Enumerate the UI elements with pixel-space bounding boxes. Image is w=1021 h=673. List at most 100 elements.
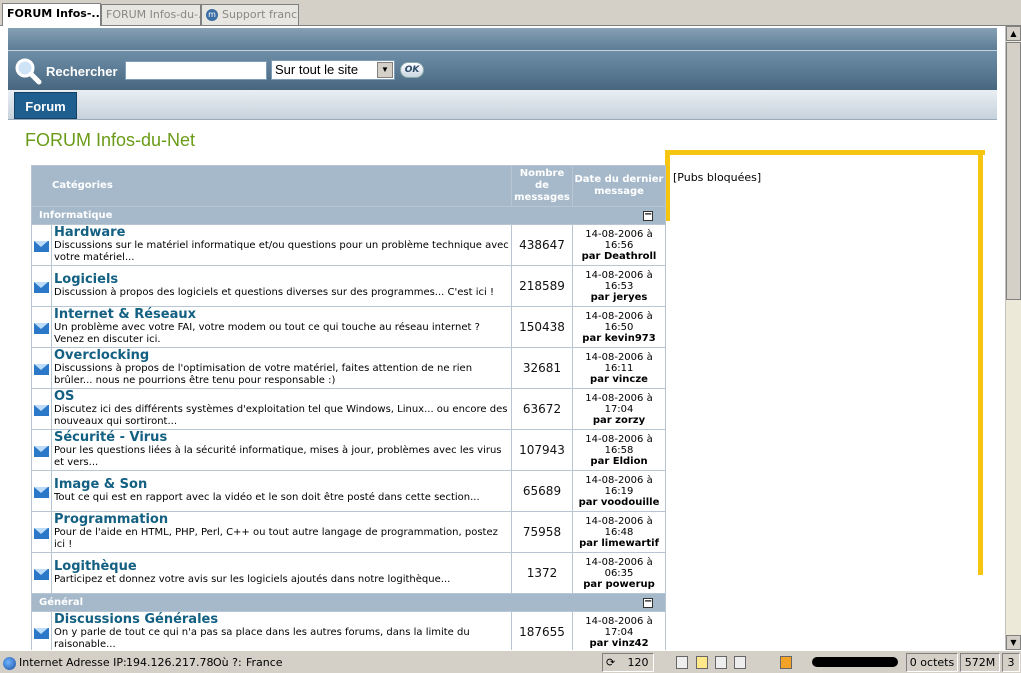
section-row: Général − — [31, 593, 666, 612]
tab-forum-2[interactable]: FORUM Infos-du-... — [101, 4, 201, 25]
location-label: Où ?: — [213, 656, 242, 669]
envelope-icon — [34, 364, 49, 375]
icon-cell — [31, 552, 52, 594]
last-message-author[interactable]: par vinz42 — [573, 638, 665, 649]
forum-description: Pour les questions liées à la sécurité i… — [54, 445, 502, 468]
section-name: Informatique — [39, 210, 113, 221]
last-message-author[interactable]: par voodouille — [573, 497, 665, 508]
icon-cell — [31, 470, 52, 512]
message-count: 63672 — [511, 388, 573, 430]
document-icon[interactable] — [734, 656, 746, 669]
icon-cell — [31, 388, 52, 430]
search-input[interactable] — [125, 61, 267, 80]
icon-cell — [31, 265, 52, 307]
extension-icon[interactable] — [780, 656, 792, 669]
envelope-icon — [34, 569, 49, 580]
col-header-date: Date du dernier message — [572, 165, 666, 207]
forum-description: Un problème avec votre FAI, votre modem … — [54, 322, 480, 345]
last-message-cell: 14-08-2006 à 16:58 par Eldion — [572, 429, 666, 471]
last-message-author[interactable]: par zorzy — [573, 415, 665, 426]
trash-icon[interactable] — [676, 656, 688, 669]
note-icon[interactable] — [715, 656, 727, 669]
last-message-cell: 14-08-2006 à 16:48 par limewartif — [572, 511, 666, 553]
envelope-icon — [34, 628, 49, 639]
forum-title-link[interactable]: Overclocking — [54, 349, 509, 363]
location-value: France — [246, 656, 283, 669]
scroll-down-icon[interactable]: ▼ — [1006, 635, 1021, 650]
col-header-categories: Catégories — [31, 165, 512, 207]
last-message-author[interactable]: par Eldion — [573, 456, 665, 467]
nav-bar: Forum — [8, 90, 997, 120]
folder-icon[interactable] — [696, 656, 708, 669]
forum-title-link[interactable]: Hardware — [54, 226, 509, 240]
collapse-icon[interactable]: − — [643, 210, 653, 221]
last-message-author[interactable]: par vincze — [573, 374, 665, 385]
scroll-up-icon[interactable]: ▲ — [1006, 26, 1021, 41]
forum-title-link[interactable]: OS — [54, 390, 509, 404]
forum-title-link[interactable]: Discussions Générales — [54, 613, 509, 627]
forum-description: Discussion à propos des logiciels et que… — [54, 287, 494, 298]
last-message-cell: 14-08-2006 à 17:04 par zorzy — [572, 388, 666, 430]
forum-cell: Logiciels Discussion à propos des logicie… — [51, 265, 512, 307]
forum-cell: Discussions Générales On y parle de tout … — [51, 611, 512, 650]
table-row: OS Discutez ici des différents systèmes d… — [31, 388, 666, 430]
last-message-author[interactable]: par powerup — [573, 579, 665, 590]
forum-cell: Overclocking Discussions à propos de l'op… — [51, 347, 512, 389]
last-message-date: 14-08-2006 à 16:50 — [585, 310, 653, 333]
forum-title-link[interactable]: Logiciels — [54, 273, 509, 287]
col-header-count: Nombre de messages — [511, 165, 573, 207]
last-message-cell: 14-08-2006 à 16:11 par vincze — [572, 347, 666, 389]
forum-cell: Sécurité - Virus Pour les questions liées… — [51, 429, 512, 471]
forum-description: On y parle de tout ce qui n'a pas sa pla… — [54, 627, 470, 650]
last-message-date: 14-08-2006 à 16:19 — [585, 474, 653, 497]
last-message-cell: 14-08-2006 à 16:56 par Deathroll — [572, 224, 666, 266]
collapse-icon[interactable]: − — [643, 597, 653, 608]
redacted-field — [812, 657, 898, 667]
last-message-author[interactable]: par limewartif — [573, 538, 665, 549]
last-message-author[interactable]: par Deathroll — [573, 251, 665, 262]
icon-cell — [31, 611, 52, 650]
ok-button[interactable]: OK — [400, 62, 424, 78]
message-count: 150438 — [511, 306, 573, 348]
tab-label: FORUM Infos-du-... — [106, 8, 201, 21]
forum-description: Pour de l'aide en HTML, PHP, Perl, C++ o… — [54, 527, 498, 550]
last-message-author[interactable]: par jeryes — [573, 292, 665, 303]
forum-title-link[interactable]: Image & Son — [54, 478, 509, 492]
table-row: Overclocking Discussions à propos de l'op… — [31, 347, 666, 389]
ads-placeholder: [Pubs bloquées] — [673, 171, 762, 184]
forum-description: Tout ce qui est en rapport avec la vidéo… — [54, 492, 480, 503]
memory-panel: 572M — [960, 653, 1000, 672]
counter-icon: ⟳ — [606, 656, 616, 669]
forum-cell: Image & Son Tout ce qui est en rapport av… — [51, 470, 512, 512]
tab-forum-1[interactable]: FORUM Infos-... — [2, 3, 101, 26]
scroll-thumb[interactable] — [1006, 42, 1021, 300]
last-message-cell: 14-08-2006 à 06:35 par powerup — [572, 552, 666, 594]
chevron-down-icon[interactable]: ▼ — [377, 62, 393, 78]
tab-support[interactable]: m Support franc... — [201, 4, 299, 25]
last-message-date: 14-08-2006 à 06:35 — [585, 556, 653, 579]
envelope-icon — [34, 528, 49, 539]
envelope-icon — [34, 487, 49, 498]
last-message-date: 14-08-2006 à 16:11 — [585, 351, 653, 374]
forum-title-link[interactable]: Logithèque — [54, 560, 509, 574]
forum-title-link[interactable]: Programmation — [54, 513, 509, 527]
last-message-author[interactable]: par kevin973 — [573, 333, 665, 344]
page-title: FORUM Infos-du-Net — [25, 130, 196, 150]
forum-cell: OS Discutez ici des différents systèmes d… — [51, 388, 512, 430]
nav-forum-button[interactable]: Forum — [14, 92, 77, 119]
search-scope-select[interactable]: Sur tout le site ▼ — [271, 60, 395, 80]
forum-description: Participez et donnez votre avis sur les … — [54, 574, 451, 585]
tab-bar: FORUM Infos-... FORUM Infos-du-... m Supp… — [0, 0, 1021, 26]
forum-table: Catégories Nombre de messages Date du de… — [31, 165, 666, 650]
table-row: Image & Son Tout ce qui est en rapport av… — [31, 470, 666, 512]
forum-title-link[interactable]: Internet & Réseaux — [54, 308, 509, 322]
forum-title-link[interactable]: Sécurité - Virus — [54, 431, 509, 445]
ip-value: 194.126.217.78 — [126, 656, 214, 669]
vertical-scrollbar[interactable]: ▲ ▼ — [1005, 26, 1021, 650]
tab-label: FORUM Infos-... — [7, 7, 101, 20]
last-message-date: 14-08-2006 à 16:53 — [585, 269, 653, 292]
last-message-date: 14-08-2006 à 16:48 — [585, 515, 653, 538]
table-row: Internet & Réseaux Un problème avec votre… — [31, 306, 666, 348]
page-viewport: Rechercher Sur tout le site ▼ OK Forum FO… — [0, 26, 1005, 650]
last-message-date: 14-08-2006 à 16:56 — [585, 228, 653, 251]
